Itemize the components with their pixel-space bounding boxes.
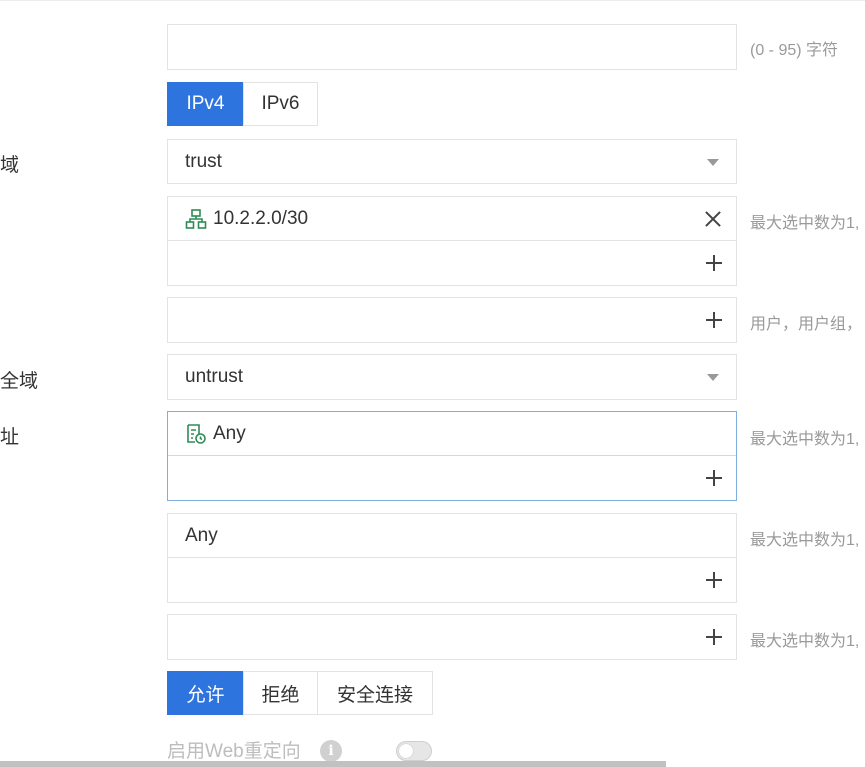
source-address-box: 10.2.2.0/30: [167, 196, 737, 286]
source-zone-label: 域: [0, 155, 20, 176]
secure-connect-option[interactable]: 安全连接: [317, 671, 433, 715]
dest-address-box: Any: [167, 411, 737, 501]
info-icon: i: [320, 740, 342, 762]
name-hint: (0 - 95) 字符: [750, 42, 839, 59]
user-hint: 用户，用户组，: [750, 316, 863, 333]
action-toggle: 允许 拒绝 安全连接: [167, 671, 433, 715]
add-source-address-icon[interactable]: [706, 255, 722, 271]
source-address-item: 10.2.2.0/30: [168, 197, 736, 241]
add-application-icon[interactable]: [706, 629, 722, 645]
ipv6-option[interactable]: IPv6: [243, 82, 318, 126]
deny-option[interactable]: 拒绝: [243, 671, 318, 715]
source-address-add-row: [168, 241, 736, 285]
application-hint: 最大选中数为1,: [750, 633, 860, 650]
source-address-hint: 最大选中数为1,: [750, 215, 860, 232]
web-redirect-label: 启用Web重定向: [167, 741, 301, 762]
ip-type-toggle: IPv4 IPv6: [167, 82, 318, 126]
add-service-icon[interactable]: [706, 572, 722, 588]
dropdown-arrow-icon[interactable]: [707, 158, 719, 166]
user-box: [167, 297, 737, 343]
dest-address-label: 址: [0, 427, 20, 448]
top-divider: [0, 0, 865, 1]
address-any-icon: [185, 423, 207, 445]
source-address-text: 10.2.2.0/30: [213, 207, 309, 229]
allow-option[interactable]: 允许: [167, 671, 244, 715]
service-hint: 最大选中数为1,: [750, 532, 860, 549]
dest-address-item: Any: [168, 412, 736, 456]
network-icon: [185, 208, 207, 230]
dest-address-hint: 最大选中数为1,: [750, 431, 860, 448]
source-zone-value: trust: [185, 151, 222, 172]
web-redirect-toggle[interactable]: [396, 741, 432, 761]
dest-zone-select[interactable]: untrust: [167, 354, 737, 400]
dest-zone-value: untrust: [185, 366, 244, 387]
ipv4-option[interactable]: IPv4: [167, 82, 244, 126]
dest-zone-label: 全域: [0, 371, 39, 392]
service-value: Any: [185, 524, 218, 546]
service-add-row: [168, 558, 736, 602]
dest-address-text: Any: [213, 422, 246, 444]
service-item: Any: [168, 514, 736, 558]
service-box: Any: [167, 513, 737, 603]
source-zone-select[interactable]: trust: [167, 139, 737, 184]
add-dest-address-icon[interactable]: [706, 470, 722, 486]
application-box: [167, 614, 737, 660]
dest-address-add-row: [168, 456, 736, 500]
horizontal-scrollbar[interactable]: [0, 761, 666, 767]
dropdown-arrow-icon[interactable]: [707, 374, 719, 381]
remove-icon[interactable]: [705, 211, 721, 227]
add-user-icon[interactable]: [706, 312, 722, 328]
name-input[interactable]: [167, 24, 737, 70]
